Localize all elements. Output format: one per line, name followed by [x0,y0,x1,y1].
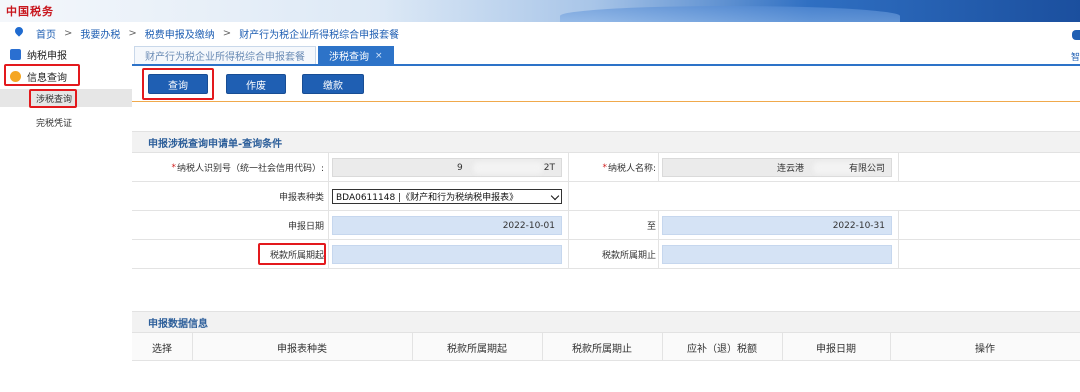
date-to-label: 至 [646,222,656,232]
declare-date-label: 申报日期 [287,222,324,232]
location-pin-icon [14,27,24,39]
form-type-value: BDA0611148 |《财产和行为税纳税申报表》 [336,193,519,203]
tab-label: 财产行为税企业所得税综合申报套餐 [145,52,305,63]
taxpayer-id-prefix: 9 [457,162,463,173]
form-type-label: 申报表种类 [278,193,324,203]
cell-divider [658,153,659,182]
cell-divider [328,211,329,240]
cell-divider [658,211,659,240]
breadcrumb-separator: > [222,27,232,39]
period-start-input[interactable] [332,245,562,264]
column-header-declare-date: 申报日期 [816,343,856,355]
tab-combined-declaration[interactable]: 财产行为税企业所得税综合申报套餐 [134,46,316,64]
top-banner: 中国税务 [0,0,1080,22]
breadcrumb-declare-pay[interactable]: 税费申报及缴纳 [145,26,215,41]
cell-divider [898,211,899,240]
sidebar-item-label: 纳税申报 [27,50,67,62]
cell-divider [328,153,329,182]
panel-title: 申报数据信息 [132,311,1080,333]
query-button[interactable]: 查询 [148,74,208,94]
taxpayer-id-suffix: 2T [543,162,555,173]
result-table-header: 选择 申报表种类 税款所属期起 税款所属期止 应补（退）税额 申报日期 操作 [132,333,1080,361]
column-header-actions: 操作 [975,343,995,355]
date-to-input[interactable]: 2022-10-31 [662,216,892,235]
redacted-mask [473,162,543,174]
panel-title: 申报涉税查询申请单-查询条件 [132,131,1080,153]
column-header-select: 选择 [152,343,172,355]
cell-divider [898,240,899,269]
sidebar-item-info-query[interactable]: 信息查询 [10,68,67,84]
sidebar-item-label: 信息查询 [27,72,67,84]
taxpayer-name-prefix: 连云港 [777,164,805,174]
assistant-label: 智 [1070,53,1080,63]
cell-divider [568,240,569,269]
void-button[interactable]: 作废 [226,74,286,94]
taxpayer-id-field: 9 2T [332,158,562,177]
taxpayer-name-field: 连云港 有限公司 [662,158,892,177]
tab-tax-query[interactable]: 涉税查询 × [318,46,394,64]
cell-divider [898,153,899,182]
taxpayer-name-label: * 纳税人名称: [602,162,656,175]
tax-report-icon [10,48,21,60]
breadcrumb-current[interactable]: 财产行为税企业所得税综合申报套餐 [239,26,399,41]
column-header-form-type: 申报表种类 [277,343,327,355]
taxpayer-name-suffix: 有限公司 [848,164,885,174]
cell-divider [328,240,329,269]
sidebar-subitem-tax-query[interactable]: 涉税查询 [0,89,132,107]
info-query-icon [10,70,21,82]
breadcrumb: 首页 > 我要办税 > 税费申报及缴纳 > 财产行为税企业所得税综合申报套餐 [0,22,1080,44]
cell-divider [328,182,329,211]
breadcrumb-home[interactable]: 首页 [36,26,56,41]
form-row-form-type: 申报表种类 BDA0611148 |《财产和行为税纳税申报表》 [132,182,1080,211]
sidebar-item-tax-report[interactable]: 纳税申报 [10,46,67,62]
sidebar-subitem-label: 涉税查询 [36,94,73,105]
column-header-period-end: 税款所属期止 [572,343,632,355]
cell-divider [658,240,659,269]
sidebar-subitem-tax-certificate[interactable]: 完税凭证 [0,113,132,131]
form-row-date: 申报日期 2022-10-01 至 2022-10-31 [132,211,1080,240]
banner-artwork [560,6,900,22]
form-row-taxpayer: * 纳税人识别号（统一社会信用代码）: 9 2T * 纳税人名称: 连云港 有限公司 [132,153,1080,182]
form-row-period: 税款所属期起 税款所属期止 [132,240,1080,269]
breadcrumb-separator: > [128,27,137,39]
cell-divider [568,182,569,211]
column-header-tax-amount: 应补（退）税额 [687,343,757,355]
period-end-input[interactable] [662,245,892,264]
query-conditions-panel: 申报涉税查询申请单-查询条件 * 纳税人识别号（统一社会信用代码）: 9 2T *… [132,131,1080,269]
sidebar: 纳税申报 信息查询 涉税查询 完税凭证 [0,44,132,392]
tab-label: 涉税查询 [329,52,369,63]
site-logo[interactable]: 中国税务 [6,3,54,19]
pay-button[interactable]: 缴款 [302,74,364,94]
breadcrumb-tax-service[interactable]: 我要办税 [80,26,120,41]
sidebar-subitem-label: 完税凭证 [36,118,73,129]
tab-bar: 财产行为税企业所得税综合申报套餐 涉税查询 × [134,46,396,64]
period-end-label: 税款所属期止 [601,251,656,261]
form-type-select[interactable]: BDA0611148 |《财产和行为税纳税申报表》 [332,189,562,204]
breadcrumb-separator: > [64,27,73,39]
smart-assistant-widget[interactable]: 智 [1070,28,1080,64]
cell-divider [568,211,569,240]
assistant-icon [1072,30,1080,40]
chevron-down-icon [550,191,560,201]
period-start-label: 税款所属期起 [269,251,324,261]
column-header-period-start: 税款所属期起 [447,343,507,355]
taxpayer-id-label: * 纳税人识别号（统一社会信用代码）: [171,162,324,175]
action-toolbar: 查询 作废 缴款 [132,66,1080,102]
date-from-input[interactable]: 2022-10-01 [332,216,562,235]
close-icon[interactable]: × [375,51,383,61]
cell-divider [568,153,569,182]
result-panel: 申报数据信息 选择 申报表种类 税款所属期起 税款所属期止 应补（退）税额 申报… [132,311,1080,361]
